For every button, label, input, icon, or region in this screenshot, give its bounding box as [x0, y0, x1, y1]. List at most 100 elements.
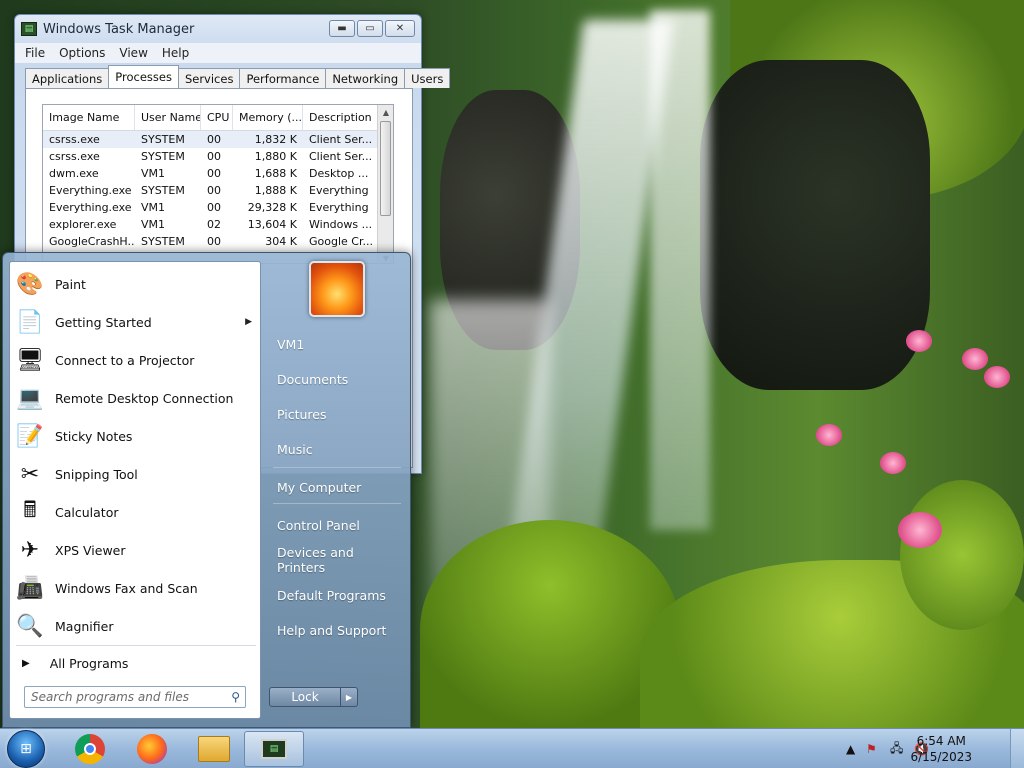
table-row[interactable]: Everything.exe SYSTEM 00 1,888 K Everything — [43, 182, 393, 199]
tab-users[interactable]: Users — [404, 68, 451, 88]
cell-cpu: 00 — [207, 150, 221, 163]
clock-date: 6/15/2023 — [910, 750, 972, 764]
menu-file[interactable]: File — [25, 46, 45, 60]
network-icon[interactable]: 🖧 — [890, 729, 903, 768]
table-row[interactable]: dwm.exe VM1 00 1,688 K Desktop ... — [43, 165, 393, 182]
cell-desc: Everything — [309, 201, 369, 214]
start-link-my-computer[interactable]: My Computer — [269, 473, 405, 501]
start-link-control-panel[interactable]: Control Panel — [269, 511, 405, 539]
program-item[interactable]: 📠 Windows Fax and Scan — [14, 570, 258, 606]
all-programs-label: All Programs — [49, 655, 129, 671]
cell-mem: 13,604 K — [247, 218, 297, 231]
minimize-icon: ▬ — [337, 23, 347, 34]
start-link-devices-and-printers[interactable]: Devices and Printers — [269, 545, 405, 575]
program-item[interactable]: 🔍 Magnifier — [14, 608, 258, 644]
cell-image: GoogleCrashH... — [49, 235, 135, 248]
show-desktop-button[interactable] — [1010, 729, 1024, 768]
cell-user: VM1 — [141, 167, 166, 180]
table-row[interactable]: csrss.exe SYSTEM 00 1,880 K Client Ser... — [43, 148, 393, 165]
start-link-default-programs[interactable]: Default Programs — [269, 581, 405, 609]
xps-viewer-icon: ✈ — [20, 537, 40, 563]
menu-view[interactable]: View — [119, 46, 147, 60]
clock[interactable]: 6:54 AM 6/15/2023 — [910, 733, 972, 765]
folder-icon — [198, 736, 230, 762]
cell-mem: 1,832 K — [254, 133, 297, 146]
taskbar-explorer[interactable] — [194, 731, 234, 767]
tab-services[interactable]: Services — [177, 68, 241, 88]
table-row[interactable]: csrss.exe SYSTEM 00 1,832 K Client Ser... — [43, 131, 393, 148]
program-label: Paint — [55, 276, 86, 292]
start-button[interactable]: ⊞ — [4, 730, 48, 768]
lock-options-button[interactable]: ▶ — [340, 687, 358, 707]
start-link-documents[interactable]: Documents — [269, 365, 405, 393]
tray-expand-icon[interactable]: ▲ — [846, 729, 855, 768]
clock-time: 6:54 AM — [916, 734, 966, 748]
start-link-help-and-support[interactable]: Help and Support — [269, 616, 405, 644]
taskbar-task-manager[interactable]: ▤ — [244, 731, 304, 767]
start-link-pictures[interactable]: Pictures — [269, 400, 405, 428]
program-item[interactable]: 🖩 Calculator — [14, 494, 258, 530]
cell-image: Everything.exe — [49, 184, 132, 197]
chrome-icon — [75, 734, 105, 764]
program-item[interactable]: 🎨 Paint — [14, 266, 258, 302]
remote-desktop-icon: 💻 — [16, 385, 44, 411]
column-memory[interactable]: Memory (... — [233, 105, 303, 130]
sticky-notes-icon: 📝 — [16, 423, 44, 449]
cell-cpu: 00 — [207, 133, 221, 146]
program-item[interactable]: 📄 Getting Started ▶ — [14, 304, 258, 340]
scroll-up-icon[interactable]: ▲ — [378, 105, 393, 119]
scrollbar-thumb[interactable] — [380, 121, 391, 216]
minimize-button[interactable]: ▬ — [329, 20, 355, 37]
cell-user: SYSTEM — [141, 133, 185, 146]
program-item[interactable]: ✈ XPS Viewer — [14, 532, 258, 568]
program-item[interactable]: ✂ Snipping Tool — [14, 456, 258, 492]
cell-user: SYSTEM — [141, 235, 185, 248]
action-center-icon[interactable]: ⚑ — [866, 729, 877, 768]
start-link-music[interactable]: Music — [269, 435, 405, 463]
start-menu-programs-pane: 🎨 Paint 📄 Getting Started ▶ 🖥 Connect to a Pro… — [9, 261, 261, 719]
cell-cpu: 02 — [207, 218, 221, 231]
triangle-right-icon: ▶ — [22, 657, 30, 669]
table-row[interactable]: explorer.exe VM1 02 13,604 K Windows ... — [43, 216, 393, 233]
table-row[interactable]: GoogleCrashH... SYSTEM 00 304 K Google Cr... — [43, 233, 393, 250]
column-user-name[interactable]: User Name — [135, 105, 201, 130]
user-avatar[interactable] — [309, 261, 365, 317]
cell-mem: 1,688 K — [254, 167, 297, 180]
column-image-name[interactable]: Image Name — [43, 105, 135, 130]
column-description[interactable]: Description — [303, 105, 379, 130]
cell-desc: Client Ser... — [309, 150, 373, 163]
lock-button[interactable]: Lock — [269, 687, 341, 707]
taskbar-firefox[interactable] — [132, 731, 172, 767]
process-list-scrollbar[interactable]: ▲ ▼ — [377, 105, 393, 263]
cell-cpu: 00 — [207, 235, 221, 248]
cell-user: VM1 — [141, 201, 166, 214]
program-item[interactable]: 📝 Sticky Notes — [14, 418, 258, 454]
getting-started-icon: 📄 — [16, 309, 44, 335]
cell-desc: Google Cr... — [309, 235, 373, 248]
program-item[interactable]: 💻 Remote Desktop Connection — [14, 380, 258, 416]
table-row[interactable]: Everything.exe VM1 00 29,328 K Everything — [43, 199, 393, 216]
projector-icon: 🖥 — [16, 347, 44, 373]
program-label: Getting Started — [55, 314, 152, 330]
cell-desc: Windows ... — [309, 218, 373, 231]
menu-help[interactable]: Help — [162, 46, 189, 60]
start-link-vm1[interactable]: VM1 — [269, 330, 405, 358]
tab-performance[interactable]: Performance — [239, 68, 327, 88]
tab-applications[interactable]: Applications — [25, 68, 110, 88]
menu-options[interactable]: Options — [59, 46, 105, 60]
close-button[interactable]: ✕ — [385, 20, 415, 37]
tab-processes[interactable]: Processes — [108, 65, 179, 88]
search-input[interactable]: Search programs and files ⚲ — [24, 686, 246, 708]
taskbar-chrome[interactable] — [70, 731, 110, 767]
process-list[interactable]: Image Name User Name CPU Memory (... Des… — [42, 104, 394, 264]
search-icon[interactable]: ⚲ — [231, 690, 240, 704]
start-menu-separator — [273, 503, 401, 504]
cell-image: csrss.exe — [49, 150, 100, 163]
program-item[interactable]: 🖥 Connect to a Projector — [14, 342, 258, 378]
column-cpu[interactable]: CPU — [201, 105, 233, 130]
program-label: Snipping Tool — [55, 466, 138, 482]
all-programs-button[interactable]: ▶ All Programs — [22, 652, 128, 674]
maximize-button[interactable]: ▭ — [357, 20, 383, 37]
tab-networking[interactable]: Networking — [325, 68, 406, 88]
menu-bar: File Options View Help — [15, 43, 421, 63]
